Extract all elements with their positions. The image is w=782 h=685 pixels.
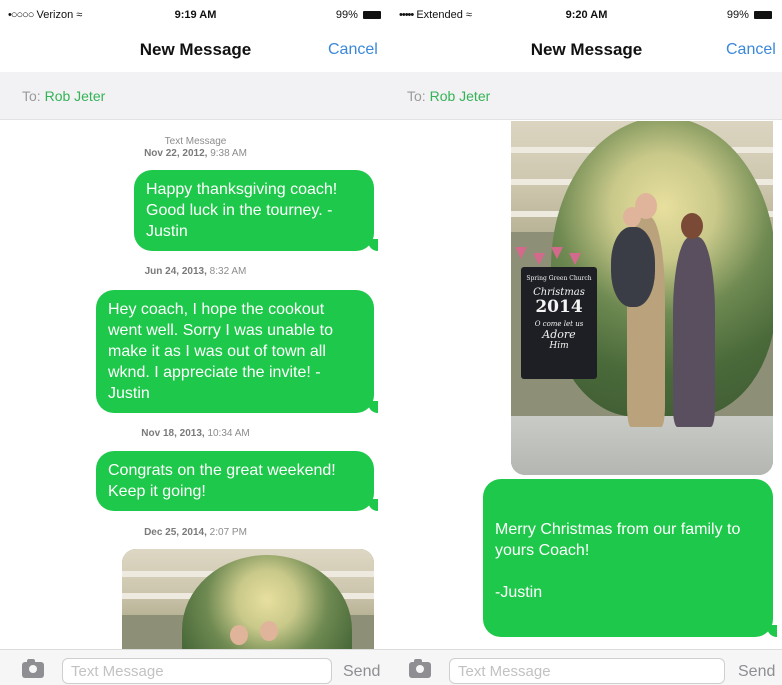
timestamp-date: Nov 18, 2013, <box>141 428 205 439</box>
camera-icon[interactable] <box>22 659 44 678</box>
recipient-name[interactable]: Rob Jeter <box>45 88 106 104</box>
timestamp: Dec 25, 2014, 2:07 PM <box>0 527 391 539</box>
clock: 9:19 AM <box>174 9 217 21</box>
battery-icon <box>754 11 772 20</box>
cancel-button[interactable]: Cancel <box>726 41 776 59</box>
battery-percent: 99% <box>335 9 358 21</box>
status-bar: •○○○○ Verizon ≈ 9:19 AM 99% <box>0 0 391 28</box>
child <box>611 227 655 307</box>
send-button[interactable]: Send <box>738 663 775 681</box>
photo-attachment[interactable]: Spring Green Church Christmas 2014 O com… <box>511 121 773 475</box>
timestamp-time: 8:32 AM <box>209 266 247 277</box>
message-bubble[interactable]: Hey coach, I hope the cookout went well.… <box>96 290 378 413</box>
message-bubble[interactable]: Happy thanksgiving coach! Good luck in t… <box>134 170 378 251</box>
timestamp: Text Message Nov 22, 2012, 9:38 AM <box>0 136 391 160</box>
timestamp-date: Dec 25, 2014, <box>144 527 207 538</box>
message-bubble[interactable]: Congrats on the great weekend! Keep it g… <box>96 451 378 511</box>
camera-icon[interactable] <box>409 659 431 678</box>
send-button[interactable]: Send <box>343 663 380 681</box>
timestamp-time: 9:38 AM <box>210 148 247 159</box>
left-phone-screen: •○○○○ Verizon ≈ 9:19 AM 99% New Message … <box>0 0 391 685</box>
compose-bar: Send <box>0 649 391 685</box>
chalkboard-sign: Spring Green Church Christmas 2014 O com… <box>521 267 597 379</box>
message-type-label: Text Message <box>164 136 227 147</box>
recipient-field[interactable]: To: Rob Jeter <box>0 72 391 120</box>
to-label: To: <box>22 88 41 104</box>
recipient-field[interactable]: To: Rob Jeter <box>391 72 782 120</box>
person <box>673 237 715 427</box>
timestamp-date: Nov 22, 2012, <box>144 148 208 159</box>
nav-bar: New Message Cancel <box>391 28 782 72</box>
status-bar: ••••• Extended ≈ 9:20 AM 99% <box>391 0 782 28</box>
timestamp: Jun 24, 2013, 8:32 AM <box>0 266 391 278</box>
message-input[interactable] <box>62 658 332 684</box>
conversation[interactable]: Text Message Nov 22, 2012, 9:38 AM Happy… <box>0 121 391 649</box>
page-title: New Message <box>530 40 643 59</box>
right-phone-screen: ••••• Extended ≈ 9:20 AM 99% New Message… <box>391 0 782 685</box>
recipient-name[interactable]: Rob Jeter <box>430 88 491 104</box>
message-bubble[interactable]: Merry Christmas from our family to yours… <box>483 479 777 637</box>
timestamp: Nov 18, 2013, 10:34 AM <box>0 428 391 440</box>
cancel-button[interactable]: Cancel <box>328 41 378 59</box>
message-text: Merry Christmas from our family to yours… <box>495 521 741 559</box>
message-signature: -Justin <box>495 584 543 601</box>
message-input[interactable] <box>449 658 725 684</box>
battery-percent: 99% <box>726 9 749 21</box>
timestamp-time: 10:34 AM <box>207 428 250 439</box>
nav-bar: New Message Cancel <box>0 28 391 72</box>
to-label: To: <box>407 88 426 104</box>
photo-attachment[interactable] <box>122 549 374 649</box>
battery-icon <box>363 11 381 20</box>
clock: 9:20 AM <box>565 9 608 21</box>
timestamp-time: 2:07 PM <box>209 527 247 538</box>
conversation[interactable]: Spring Green Church Christmas 2014 O com… <box>391 121 782 649</box>
compose-bar: Send <box>391 649 782 685</box>
timestamp-date: Jun 24, 2013, <box>144 266 207 277</box>
